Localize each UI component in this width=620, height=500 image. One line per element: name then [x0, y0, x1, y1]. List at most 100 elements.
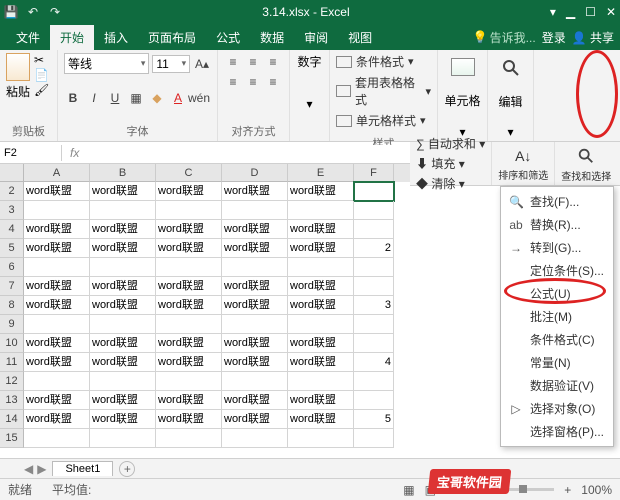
phonetic-button[interactable]: wén: [190, 89, 208, 107]
cell[interactable]: word联盟: [90, 296, 156, 315]
cell[interactable]: word联盟: [288, 239, 354, 258]
row-header[interactable]: 7: [0, 277, 24, 296]
cell[interactable]: word联盟: [156, 353, 222, 372]
cell[interactable]: [24, 315, 90, 334]
cell[interactable]: word联盟: [222, 182, 288, 201]
cell[interactable]: word联盟: [222, 296, 288, 315]
cell[interactable]: word联盟: [90, 334, 156, 353]
col-header[interactable]: E: [288, 164, 354, 182]
menu-item[interactable]: 选择窗格(P)...: [501, 420, 613, 443]
menu-item[interactable]: ab替换(R)...: [501, 213, 613, 236]
cell[interactable]: [354, 220, 394, 239]
undo-icon[interactable]: ↶: [26, 5, 40, 19]
paste-button[interactable]: 粘贴: [6, 53, 30, 100]
close-icon[interactable]: ✕: [606, 5, 616, 19]
cell[interactable]: word联盟: [222, 334, 288, 353]
row-header[interactable]: 12: [0, 372, 24, 391]
new-sheet-button[interactable]: +: [119, 461, 135, 477]
cell[interactable]: word联盟: [222, 391, 288, 410]
cell[interactable]: word联盟: [24, 182, 90, 201]
menu-item[interactable]: ▷选择对象(O): [501, 397, 613, 420]
cell[interactable]: [90, 315, 156, 334]
tab-layout[interactable]: 页面布局: [138, 25, 206, 50]
cell[interactable]: [90, 372, 156, 391]
align-left-icon[interactable]: ≡: [224, 73, 242, 91]
cell[interactable]: word联盟: [90, 277, 156, 296]
cell[interactable]: word联盟: [90, 182, 156, 201]
tab-formulas[interactable]: 公式: [206, 25, 250, 50]
tab-view[interactable]: 视图: [338, 25, 382, 50]
font-color-button[interactable]: A: [169, 89, 187, 107]
tab-insert[interactable]: 插入: [94, 25, 138, 50]
cell[interactable]: [288, 315, 354, 334]
cell[interactable]: word联盟: [24, 334, 90, 353]
col-header[interactable]: C: [156, 164, 222, 182]
menu-item[interactable]: 常量(N): [501, 351, 613, 374]
cell[interactable]: [288, 258, 354, 277]
underline-button[interactable]: U: [106, 89, 124, 107]
cut-icon[interactable]: ✂: [34, 53, 50, 65]
cell[interactable]: word联盟: [222, 277, 288, 296]
menu-item[interactable]: 定位条件(S)...: [501, 259, 613, 282]
table-format-button[interactable]: 套用表格格式 ▾: [336, 74, 431, 108]
align-mid-icon[interactable]: ≡: [244, 53, 262, 71]
align-right-icon[interactable]: ≡: [264, 73, 282, 91]
cell[interactable]: word联盟: [222, 239, 288, 258]
cell[interactable]: word联盟: [156, 220, 222, 239]
cell[interactable]: 5: [354, 410, 394, 429]
find-select-button[interactable]: 查找和选择: [554, 142, 617, 185]
menu-item[interactable]: 公式(U): [501, 282, 613, 305]
row-header[interactable]: 15: [0, 429, 24, 448]
name-box[interactable]: F2: [0, 145, 62, 161]
row-header[interactable]: 6: [0, 258, 24, 277]
row-header[interactable]: 9: [0, 315, 24, 334]
cell[interactable]: [24, 372, 90, 391]
conditional-format-button[interactable]: 条件格式 ▾: [336, 53, 431, 70]
cell[interactable]: word联盟: [288, 296, 354, 315]
cell[interactable]: [288, 372, 354, 391]
format-painter-icon[interactable]: 🖌: [34, 83, 50, 95]
cell[interactable]: [156, 315, 222, 334]
cell[interactable]: word联盟: [288, 391, 354, 410]
menu-item[interactable]: 批注(M): [501, 305, 613, 328]
tab-home[interactable]: 开始: [50, 25, 94, 50]
cell[interactable]: [222, 201, 288, 220]
dropdown-icon[interactable]: ▾: [507, 125, 513, 139]
tab-next-icon[interactable]: ▶: [37, 462, 46, 476]
ribbon-options-icon[interactable]: ▾: [550, 5, 556, 19]
border-button[interactable]: ▦: [127, 89, 145, 107]
cell[interactable]: [156, 372, 222, 391]
row-header[interactable]: 5: [0, 239, 24, 258]
sheet-tab[interactable]: Sheet1: [52, 461, 113, 476]
cell[interactable]: [288, 201, 354, 220]
menu-item[interactable]: 条件格式(C): [501, 328, 613, 351]
cell[interactable]: [24, 429, 90, 448]
menu-item[interactable]: →转到(G)...: [501, 236, 613, 259]
cell[interactable]: [288, 429, 354, 448]
cell[interactable]: 3: [354, 296, 394, 315]
cell[interactable]: word联盟: [90, 410, 156, 429]
tab-data[interactable]: 数据: [250, 25, 294, 50]
cell[interactable]: [354, 315, 394, 334]
cell[interactable]: [90, 429, 156, 448]
row-header[interactable]: 10: [0, 334, 24, 353]
cell[interactable]: [222, 372, 288, 391]
cell[interactable]: 2: [354, 239, 394, 258]
cell[interactable]: word联盟: [288, 410, 354, 429]
cell[interactable]: [156, 258, 222, 277]
italic-button[interactable]: I: [85, 89, 103, 107]
col-header[interactable]: F: [354, 164, 394, 182]
row-header[interactable]: 2: [0, 182, 24, 201]
align-center-icon[interactable]: ≡: [244, 73, 262, 91]
cell[interactable]: [90, 258, 156, 277]
tab-review[interactable]: 审阅: [294, 25, 338, 50]
fill-button[interactable]: ⬇ 填充 ▾: [416, 155, 485, 172]
align-bot-icon[interactable]: ≡: [264, 53, 282, 71]
cell[interactable]: word联盟: [288, 220, 354, 239]
increase-font-icon[interactable]: A▴: [193, 55, 211, 73]
cell[interactable]: word联盟: [90, 220, 156, 239]
row-header[interactable]: 3: [0, 201, 24, 220]
cell[interactable]: word联盟: [222, 353, 288, 372]
cell[interactable]: [354, 182, 394, 201]
cell[interactable]: [354, 429, 394, 448]
